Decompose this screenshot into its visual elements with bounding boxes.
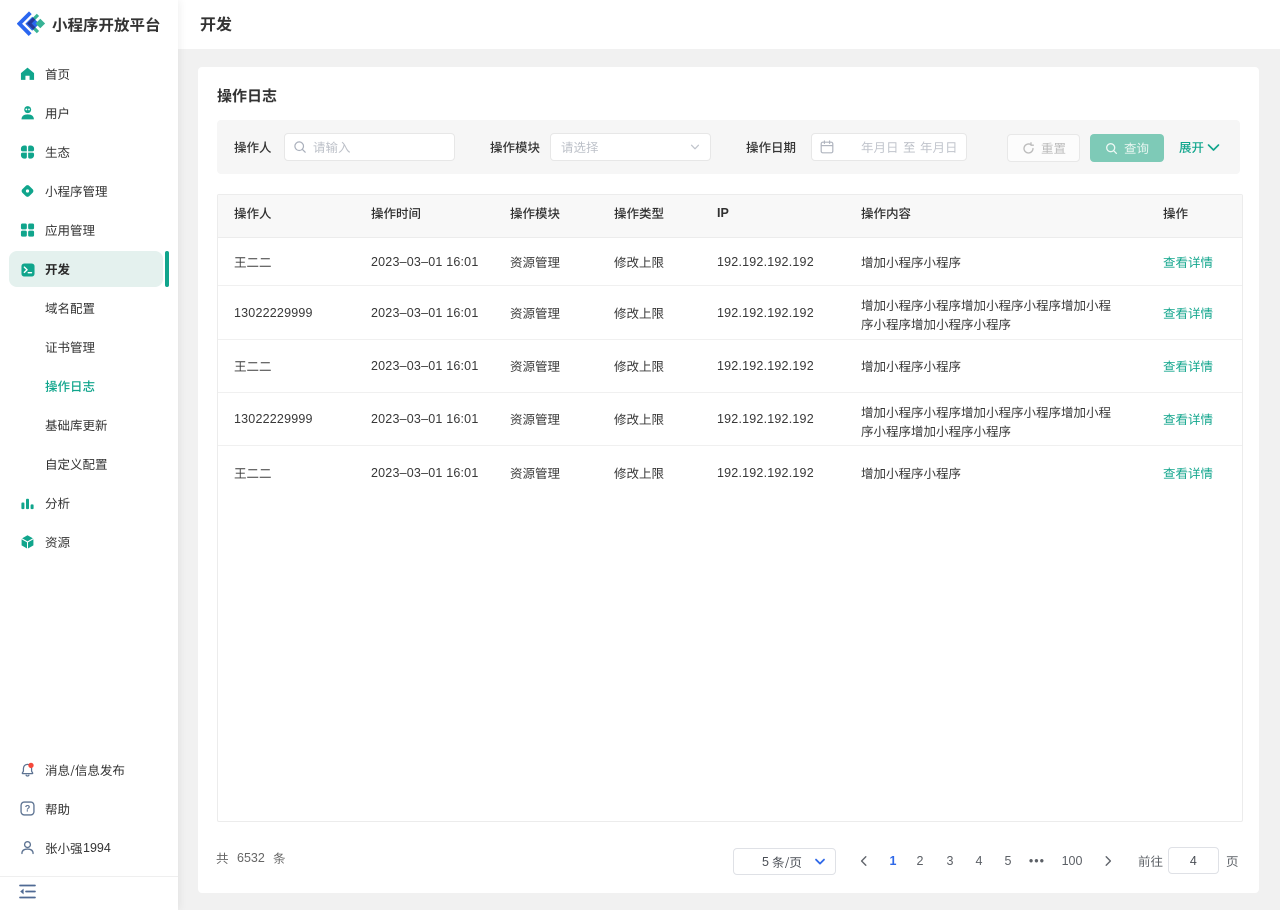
svg-text:?: ?	[25, 804, 31, 814]
